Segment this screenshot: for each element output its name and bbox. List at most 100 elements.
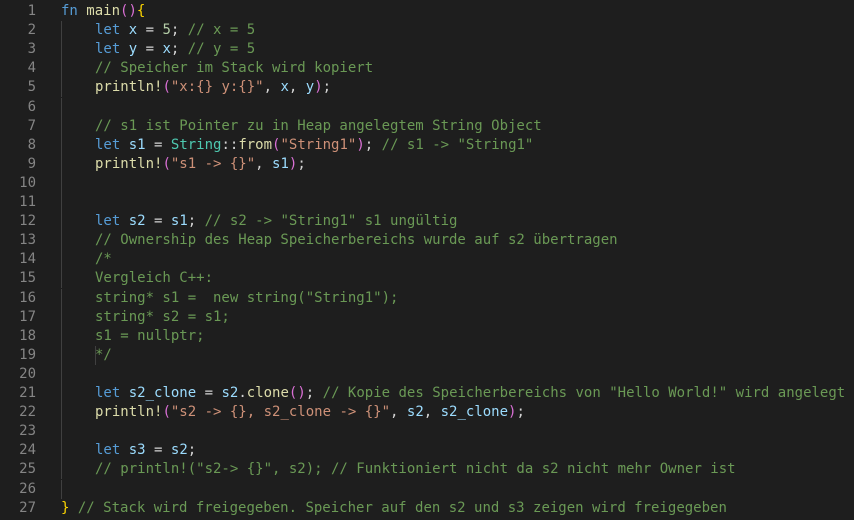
code-text: let s2_clone = s2.clone(); // Kopie des … (95, 384, 845, 403)
line-number: 8 (27, 136, 36, 153)
line-number: 2 (27, 22, 36, 39)
code-token: // println!("s2-> {}", s2); // Funktioni… (95, 461, 736, 478)
code-token: "x:{} y:{}" (170, 79, 264, 96)
code-text: let y = x; // y = 5 (95, 40, 255, 59)
code-text: // Speicher im Stack wird kopiert (95, 59, 373, 78)
code-token: println! (95, 155, 163, 172)
code-line[interactable]: 22 println!("s2 -> {}, s2_clone -> {}", s… (0, 403, 854, 423)
line-number: 13 (19, 232, 36, 249)
code-token: main (86, 3, 121, 19)
code-token: ; (187, 213, 205, 230)
code-token: ; (297, 155, 306, 172)
code-text: println!("x:{} y:{}", x, y); (95, 78, 331, 97)
code-token: string* s2 = s1; (95, 308, 230, 325)
line-number: 27 (19, 499, 36, 516)
code-token: // s1 ist Pointer zu in Heap angelegtem … (95, 117, 542, 134)
indent-guide (61, 59, 62, 79)
code-token: y (128, 41, 138, 58)
code-token: let (95, 385, 121, 401)
code-text: Vergleich C++: (95, 269, 213, 288)
code-line[interactable]: 2 let x = 5; // x = 5 (0, 21, 854, 41)
code-line[interactable]: 21 let s2_clone = s2.clone(); // Kopie de… (0, 384, 854, 403)
code-token: 5 (162, 22, 171, 39)
code-line[interactable]: 17 string* s2 = s1; (0, 307, 854, 327)
code-line[interactable]: 4 // Speicher im Stack wird kopiert (0, 59, 854, 79)
code-text: // s1 ist Pointer zu in Heap angelegtem … (95, 117, 542, 136)
code-token: clone (246, 385, 289, 401)
code-line[interactable]: 8 let s1 = String::from("String1"); // s1… (0, 135, 854, 155)
code-token: from (238, 136, 273, 153)
indent-guide (61, 21, 62, 41)
code-line[interactable]: 15 Vergleich C++: (0, 269, 854, 289)
line-number: 24 (19, 442, 36, 459)
code-line[interactable]: 14 /* (0, 250, 854, 270)
code-line[interactable]: 12 let s2 = s1; // s2 -> "String1" s1 ung… (0, 212, 854, 232)
code-line[interactable]: 11 (0, 193, 854, 212)
code-line[interactable]: 5 println!("x:{} y:{}", x, y); (0, 78, 854, 98)
code-token: s2 (170, 442, 188, 459)
line-number: 1 (27, 3, 36, 19)
code-token: , (263, 79, 281, 96)
code-token: = (137, 41, 163, 58)
indent-guide (61, 460, 62, 480)
code-line[interactable]: 1 fn main(){ (0, 2, 854, 21)
code-token: println! (95, 404, 163, 421)
indent-guide (61, 307, 62, 327)
indent-guide (61, 154, 62, 174)
code-token: , (390, 404, 407, 421)
code-line[interactable]: 24 let s3 = s2; (0, 441, 854, 461)
code-line[interactable]: 18 s1 = nullptr; (0, 326, 854, 346)
code-line[interactable]: 3 let y = x; // y = 5 (0, 40, 854, 60)
code-token: = (196, 385, 222, 401)
code-text: */ (95, 346, 112, 365)
code-token: s2_clone (128, 385, 197, 401)
code-text: } // Stack wird freigegeben. Speicher au… (61, 499, 727, 518)
code-token: ( (162, 404, 171, 421)
line-number: 23 (19, 423, 36, 440)
code-line[interactable]: 16 string* s1 = new string("String1"); (0, 288, 854, 308)
code-line[interactable]: 25 // println!("s2-> {}", s2); // Funktio… (0, 460, 854, 480)
code-token: let (95, 442, 121, 459)
code-editor[interactable]: 1 fn main(){2 let x = 5; // x = 5 3 let y = … (0, 0, 854, 520)
code-line[interactable]: 6 (0, 97, 854, 117)
line-number: 26 (19, 480, 36, 497)
code-token: ; (516, 404, 525, 421)
line-number: 10 (19, 174, 36, 191)
code-token: /* (95, 251, 112, 268)
indent-guide (61, 193, 62, 212)
line-number: 12 (19, 213, 36, 230)
line-number: 6 (27, 98, 36, 115)
code-line[interactable]: 10 (0, 173, 854, 193)
indent-guide (61, 364, 62, 384)
code-line[interactable]: 9 println!("s1 -> {}", s1); (0, 154, 854, 174)
code-token: // y = 5 (187, 41, 256, 58)
code-token: // s1 -> "String1" (381, 136, 534, 153)
line-number: 3 (27, 41, 36, 58)
code-token: Vergleich C++: (95, 270, 214, 287)
code-line[interactable]: 23 (0, 422, 854, 442)
code-line[interactable]: 27 } // Stack wird freigegeben. Speicher … (0, 499, 854, 518)
code-text: // println!("s2-> {}", s2); // Funktioni… (95, 460, 736, 479)
line-number: 7 (27, 117, 36, 134)
code-token: string* s1 = new string("String1"); (95, 289, 399, 306)
code-token: s1 = nullptr; (95, 327, 205, 344)
line-number: 20 (19, 365, 36, 382)
code-text: string* s1 = new string("String1"); (95, 289, 398, 308)
code-line[interactable]: 13 // Ownership des Heap Speicherbereichs… (0, 231, 854, 251)
indent-guide (61, 231, 62, 251)
code-token: s2 (406, 404, 424, 421)
code-line[interactable]: 7 // s1 ist Pointer zu in Heap angelegtem… (0, 116, 854, 136)
line-number: 22 (19, 404, 36, 421)
indent-guide (61, 288, 62, 308)
indent-guide (61, 212, 62, 232)
code-line[interactable]: 20 (0, 364, 854, 384)
code-token: // Kopie des Speicherbereichs von "Hello… (322, 385, 846, 401)
code-token: println! (95, 79, 163, 96)
code-line[interactable]: 26 (0, 479, 854, 499)
code-token: ) (356, 136, 365, 153)
line-number: 18 (19, 327, 36, 344)
code-line[interactable]: 19 */ (0, 345, 854, 365)
